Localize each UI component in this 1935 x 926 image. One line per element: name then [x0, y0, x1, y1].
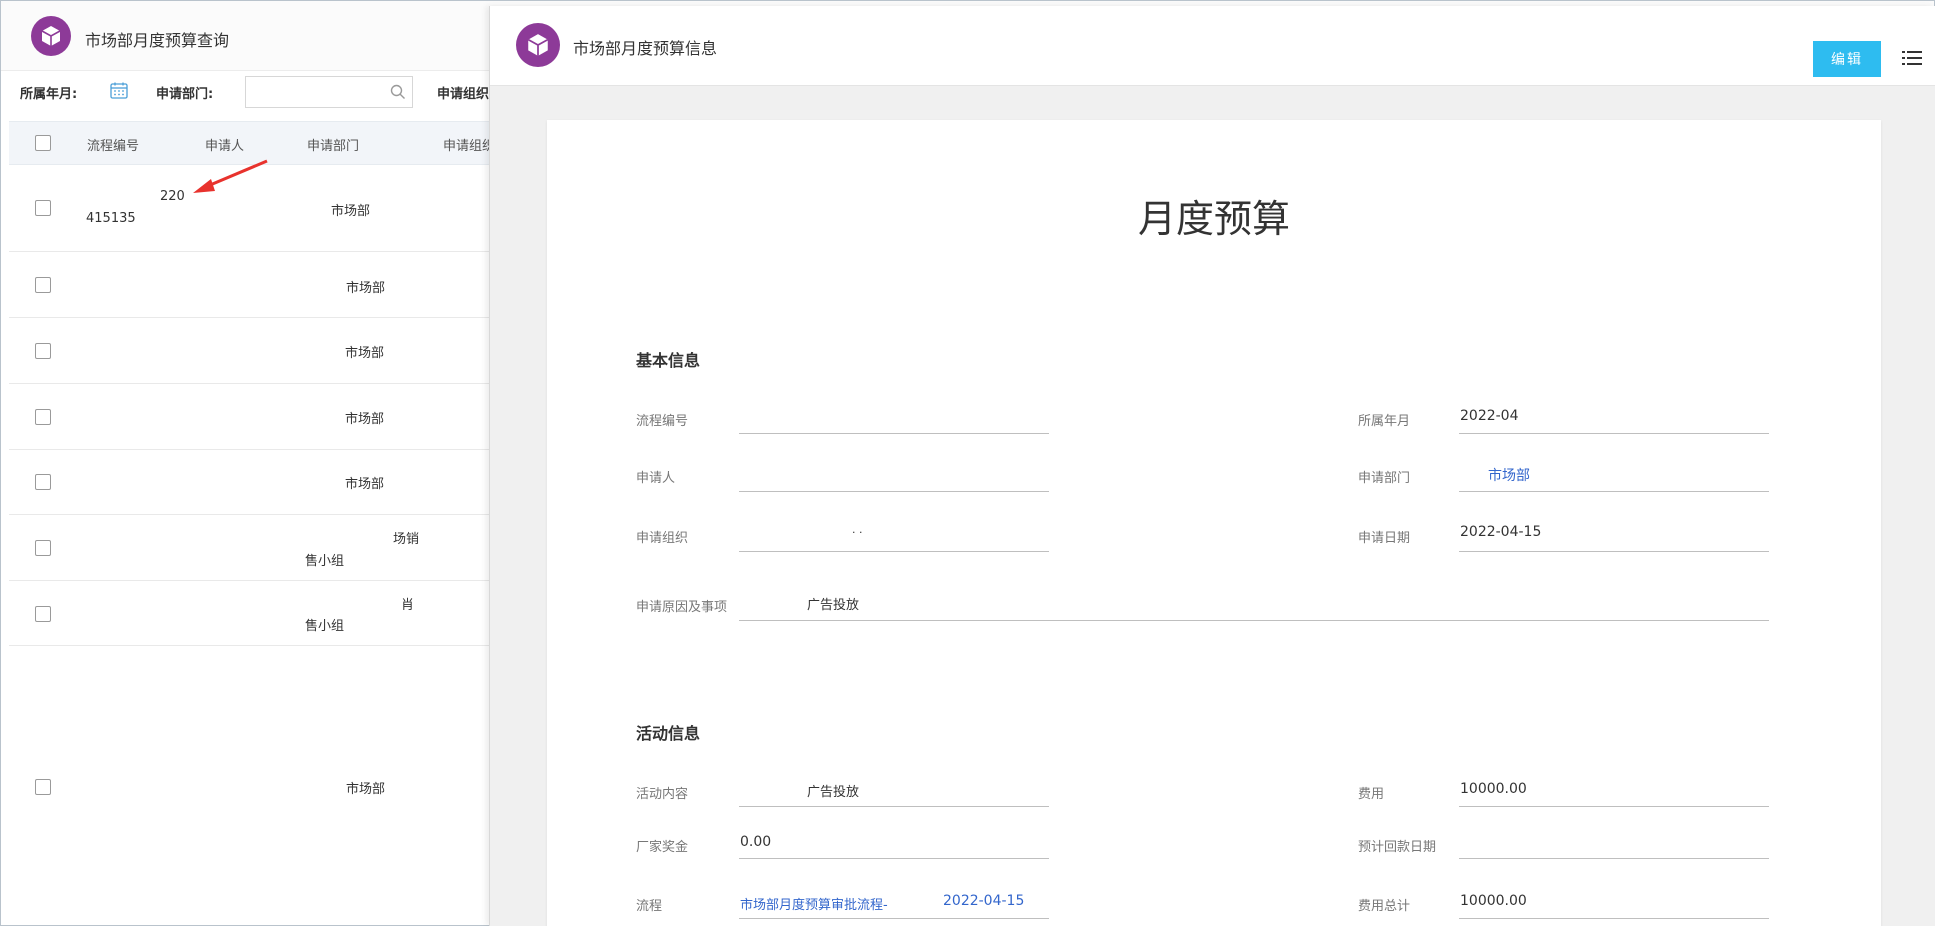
flow-label: 流程: [636, 899, 663, 914]
cost-underline: [1459, 806, 1769, 807]
flow-underline: [739, 918, 1049, 919]
department-underline: [1459, 491, 1769, 492]
calendar-icon[interactable]: [110, 82, 128, 99]
reason-label: 申请原因及事项: [636, 600, 728, 615]
vendor-bonus-underline: [739, 858, 1049, 859]
activity-info-section-title: 活动信息: [636, 724, 701, 743]
drawer-title: 市场部月度预算信息: [573, 39, 718, 58]
department-cell: 售小组: [305, 554, 345, 569]
drawer-header: 市场部月度预算信息 编辑: [490, 6, 1935, 86]
year-month-label: 所属年月: [1358, 414, 1411, 429]
drawer-logo-icon: [516, 23, 560, 67]
department-value[interactable]: 市场部: [1488, 465, 1530, 485]
process-no-part2: 415135: [86, 211, 136, 226]
row-checkbox[interactable]: [35, 779, 51, 795]
search-icon[interactable]: [390, 84, 406, 104]
organization-filter-label: 申请组织: [437, 87, 490, 102]
cost-total-underline: [1459, 918, 1769, 919]
apply-date-label: 申请日期: [1358, 531, 1411, 546]
column-header-applicant[interactable]: 申请人: [205, 135, 244, 154]
process-no-part1: 220: [160, 189, 185, 204]
edit-button[interactable]: 编辑: [1813, 41, 1881, 77]
select-all-checkbox[interactable]: [35, 135, 51, 151]
row-checkbox[interactable]: [35, 277, 51, 293]
department-filter-label: 申请部门:: [156, 87, 214, 102]
reason-value[interactable]: 广告投放: [807, 594, 859, 613]
activity-content-underline: [739, 806, 1049, 807]
column-header-process-no[interactable]: 流程编号: [87, 135, 139, 154]
basic-info-section-title: 基本信息: [636, 351, 701, 370]
vendor-bonus-label: 厂家奖金: [636, 840, 689, 855]
applicant-underline: [739, 491, 1049, 492]
organization-label: 申请组织: [636, 531, 689, 546]
department-cell: 市场部: [345, 346, 385, 361]
department-search-input[interactable]: [245, 76, 413, 108]
form-title: 月度预算: [1137, 197, 1290, 241]
app-logo-icon: [31, 16, 71, 56]
organization-cell: 肖: [401, 598, 415, 613]
year-month-underline: [1459, 433, 1769, 434]
vendor-bonus-value[interactable]: 0.00: [740, 834, 771, 850]
list-title: 市场部月度预算查询: [85, 31, 230, 50]
flow-date-link[interactable]: 2022-04-15: [943, 893, 1024, 909]
department-cell: 市场部: [345, 412, 385, 427]
activity-content-label: 活动内容: [636, 787, 689, 802]
department-cell: 市场部: [346, 782, 386, 797]
cost-total-value[interactable]: 10000.00: [1460, 893, 1527, 909]
organization-cell: 场销: [393, 532, 420, 547]
row-checkbox[interactable]: [35, 474, 51, 490]
apply-date-underline: [1459, 551, 1769, 552]
apply-date-value[interactable]: 2022-04-15: [1460, 524, 1541, 540]
department-cell: 售小组: [305, 619, 345, 634]
expected-return-date-label: 预计回款日期: [1358, 840, 1437, 855]
department-cell: 市场部: [331, 204, 371, 219]
process-no-underline: [739, 433, 1049, 434]
organization-underline: [739, 551, 1049, 552]
detail-drawer: 市场部月度预算信息 编辑 月度预算 基本信息 流程编号 所属年月 2022-04…: [489, 6, 1935, 926]
year-month-value[interactable]: 2022-04: [1460, 408, 1519, 424]
row-checkbox[interactable]: [35, 540, 51, 556]
flow-link[interactable]: 市场部月度预算审批流程-: [740, 894, 888, 913]
row-checkbox[interactable]: [35, 606, 51, 622]
department-cell: 市场部: [346, 281, 386, 296]
form-sheet: 月度预算 基本信息 流程编号 所属年月 2022-04 申请人 申请部门 市场部…: [547, 120, 1881, 926]
department-cell: 市场部: [345, 477, 385, 492]
process-no-label: 流程编号: [636, 414, 689, 429]
department-label: 申请部门: [1358, 471, 1411, 486]
list-menu-icon[interactable]: [1902, 50, 1922, 70]
organization-value[interactable]: . .: [852, 523, 863, 536]
row-checkbox[interactable]: [35, 409, 51, 425]
column-header-department[interactable]: 申请部门: [307, 135, 359, 154]
cost-value[interactable]: 10000.00: [1460, 781, 1527, 797]
activity-content-value[interactable]: 广告投放: [807, 781, 859, 800]
cost-total-label: 费用总计: [1358, 899, 1411, 914]
annotation-arrow-icon: [193, 159, 268, 193]
applicant-label: 申请人: [636, 471, 676, 486]
row-checkbox[interactable]: [35, 343, 51, 359]
reason-underline: [739, 620, 1769, 621]
row-checkbox[interactable]: [35, 200, 51, 216]
column-header-organization[interactable]: 申请组织: [443, 135, 495, 154]
cost-label: 费用: [1358, 787, 1385, 802]
year-month-filter-label: 所属年月:: [20, 87, 78, 102]
expected-return-date-underline: [1459, 858, 1769, 859]
